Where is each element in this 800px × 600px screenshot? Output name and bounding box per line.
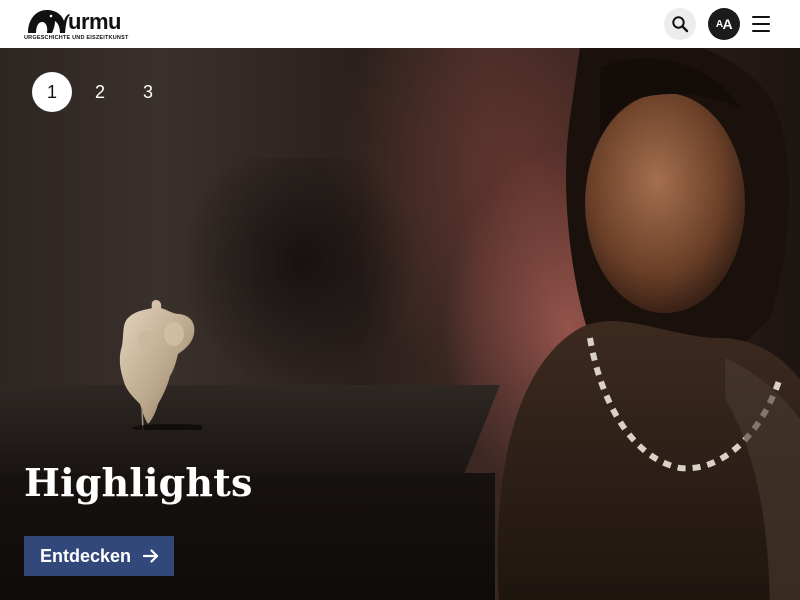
site-logo[interactable]: urmu URGESCHICHTE UND EISZEITKUNST: [24, 0, 129, 48]
slide-page-2-button[interactable]: 2: [80, 72, 120, 112]
hero-slider: 1 2 3 Highlights Entdecken: [0, 48, 800, 600]
hamburger-menu-icon-line: [752, 23, 770, 25]
font-size-small-label: A: [715, 18, 723, 30]
discover-button-label: Entdecken: [40, 545, 132, 566]
slide-page-3-button[interactable]: 3: [128, 72, 168, 112]
header-actions: AA: [664, 8, 776, 40]
mammoth-logo-icon: [28, 10, 70, 33]
font-size-button[interactable]: AA: [708, 8, 740, 40]
logo-subtitle: URGESCHICHTE UND EISZEITKUNST: [24, 35, 129, 41]
search-button[interactable]: [664, 8, 696, 40]
slider-pagination: 1 2 3: [32, 72, 168, 112]
site-header: urmu URGESCHICHTE UND EISZEITKUNST AA: [0, 0, 800, 48]
hero-image: [0, 48, 800, 600]
visitor-person-image: [497, 48, 800, 600]
hero-title: Highlights: [24, 460, 253, 505]
discover-button[interactable]: Entdecken: [24, 536, 174, 576]
venus-figurine-image: [119, 300, 202, 430]
arrow-right-icon: [143, 549, 159, 563]
hamburger-menu-icon-line: [752, 16, 770, 18]
font-size-large-label: A: [722, 16, 733, 32]
hero-image-shadow: [180, 158, 420, 388]
logo-wordmark: urmu: [68, 9, 122, 34]
hamburger-menu-icon-line: [752, 30, 770, 32]
search-icon: [672, 16, 689, 33]
menu-button[interactable]: [752, 12, 776, 36]
slide-page-1-button[interactable]: 1: [32, 72, 72, 112]
logo-row: urmu: [24, 7, 129, 33]
